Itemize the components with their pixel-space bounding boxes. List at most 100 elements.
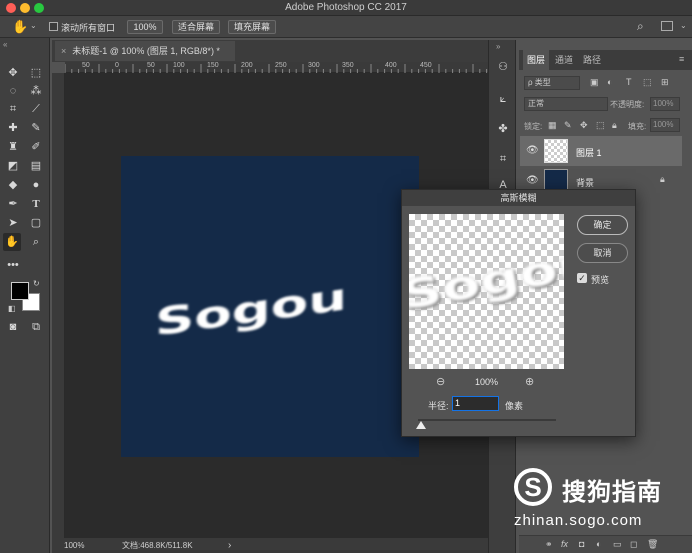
blend-mode-select[interactable]: 正常 bbox=[524, 97, 608, 111]
radius-input[interactable]: 1 bbox=[452, 396, 499, 411]
zoom-100-button[interactable]: 100% bbox=[127, 20, 163, 34]
foreground-color-swatch[interactable] bbox=[11, 282, 29, 300]
lock-transparent-icon[interactable]: ▦ bbox=[548, 120, 557, 131]
puzzle-icon[interactable]: ✤ bbox=[494, 120, 512, 138]
marquee-tool-icon[interactable]: ⬚ bbox=[27, 64, 45, 82]
visibility-eye-icon[interactable]: 👁︎ bbox=[526, 175, 539, 186]
status-menu-arrow[interactable]: › bbox=[228, 538, 231, 553]
workspace-chevron-icon[interactable]: ⌄ bbox=[680, 21, 687, 30]
ruler-label: 150 bbox=[207, 62, 219, 69]
lock-position-icon[interactable]: ✥ bbox=[580, 120, 588, 131]
hand-tool-active-icon[interactable]: ✋ bbox=[3, 233, 21, 251]
panel-menu-icon[interactable]: ≡ bbox=[679, 54, 684, 64]
lock-all-icon[interactable]: 🔒︎ bbox=[612, 120, 617, 131]
quick-mask-icon[interactable]: ◙ bbox=[4, 318, 22, 336]
cancel-button[interactable]: 取消 bbox=[577, 243, 628, 263]
tab-layers[interactable]: 图层 bbox=[523, 50, 549, 70]
adjustments-icon[interactable]: ⟀ bbox=[494, 90, 512, 108]
status-zoom[interactable]: 100% bbox=[64, 538, 84, 553]
lock-artboard-icon[interactable]: ⬚ bbox=[596, 120, 605, 131]
status-doc-info: 文档:468.8K/511.8K bbox=[122, 541, 193, 550]
layers-panel-tabs: 图层 通道 路径 ≡ bbox=[519, 50, 692, 70]
watermark-brand: 搜狗指南 bbox=[562, 479, 662, 506]
clone-stamp-tool-icon[interactable]: ♜ bbox=[4, 138, 22, 156]
filter-pixel-icon[interactable]: ▣ bbox=[590, 77, 599, 88]
crop-panel-icon[interactable]: ⌗ bbox=[494, 150, 512, 168]
history-brush-tool-icon[interactable]: ✐ bbox=[27, 138, 45, 156]
more-tools-icon[interactable]: ••• bbox=[4, 256, 22, 274]
lock-label: 锁定: bbox=[524, 122, 543, 131]
brush-tool-icon[interactable]: ✎ bbox=[27, 119, 45, 137]
eyedropper-tool-icon[interactable]: ⟋ bbox=[27, 100, 45, 118]
tab-channels[interactable]: 通道 bbox=[551, 50, 577, 70]
zoom-tool-icon[interactable]: ⌕ bbox=[27, 233, 45, 251]
radius-unit: 像素 bbox=[505, 401, 524, 411]
zoom-in-icon[interactable]: ⊕ bbox=[525, 375, 534, 388]
eraser-tool-icon[interactable]: ◩ bbox=[4, 157, 22, 175]
sogou-watermark: S 搜狗指南 zhinan.sogo.com bbox=[514, 468, 684, 530]
hand-tool-icon[interactable]: ✋ bbox=[12, 19, 28, 35]
fx-icon[interactable]: fx bbox=[561, 539, 568, 549]
layer-name[interactable]: 背景 bbox=[576, 176, 594, 189]
filter-type-icon[interactable]: T bbox=[626, 77, 632, 87]
ruler-label: 450 bbox=[420, 62, 432, 69]
new-layer-icon[interactable]: ◻ bbox=[630, 539, 637, 550]
document-canvas[interactable]: Sogou bbox=[121, 156, 419, 457]
fit-screen-button[interactable]: 适合屏幕 bbox=[172, 20, 220, 34]
ok-button[interactable]: 确定 bbox=[577, 215, 628, 235]
default-colors-icon[interactable]: ◧ bbox=[8, 304, 16, 313]
lock-image-icon[interactable]: ✎ bbox=[564, 120, 572, 131]
trash-icon[interactable]: 🗑︎ bbox=[647, 539, 658, 550]
gradient-tool-icon[interactable]: ▤ bbox=[27, 157, 45, 175]
horizontal-ruler: 50 0 50 100 150 200 250 300 350 400 450 bbox=[65, 62, 488, 73]
scroll-all-checkbox[interactable] bbox=[49, 22, 58, 31]
move-tool-icon[interactable]: ✥ bbox=[4, 64, 22, 82]
filter-adjustment-icon[interactable]: ◐ bbox=[607, 77, 612, 87]
collapse-icon[interactable]: « bbox=[3, 40, 7, 49]
path-selection-tool-icon[interactable]: ➤ bbox=[4, 214, 22, 232]
fill-screen-button[interactable]: 填充屏幕 bbox=[228, 20, 276, 34]
new-group-icon[interactable]: ▭ bbox=[613, 539, 622, 550]
blur-tool-icon[interactable]: ◆ bbox=[4, 176, 22, 194]
type-tool-icon[interactable]: T bbox=[27, 195, 45, 213]
crop-tool-icon[interactable]: ⌗ bbox=[4, 100, 22, 118]
opacity-label: 不透明度: bbox=[610, 100, 645, 109]
dodge-tool-icon[interactable]: ● bbox=[27, 176, 45, 194]
healing-brush-tool-icon[interactable]: ✚ bbox=[4, 119, 22, 137]
expand-panels-icon[interactable]: » bbox=[496, 42, 500, 51]
blur-preview[interactable]: Sogou Sogou bbox=[409, 214, 564, 369]
link-layers-icon[interactable]: ⚭ bbox=[545, 539, 553, 550]
add-mask-icon[interactable]: ◘ bbox=[579, 539, 584, 549]
close-tab-icon[interactable]: × bbox=[61, 46, 66, 56]
document-tab[interactable]: × 未标题-1 @ 100% (图层 1, RGB/8*) * bbox=[55, 41, 235, 61]
layer-name[interactable]: 图层 1 bbox=[576, 146, 602, 159]
visibility-eye-icon[interactable]: 👁︎ bbox=[526, 145, 539, 156]
screen-mode-icon[interactable]: ⧉ bbox=[27, 318, 45, 336]
fill-input[interactable]: 100% bbox=[650, 118, 680, 132]
lasso-tool-icon[interactable]: ◌ bbox=[4, 82, 22, 100]
layer-filter-select[interactable]: ρ 类型 bbox=[524, 76, 580, 90]
swap-colors-icon[interactable]: ↻ bbox=[33, 279, 40, 288]
zoom-out-icon[interactable]: ⊖ bbox=[436, 375, 445, 388]
preview-checkbox[interactable]: ✓ bbox=[577, 273, 587, 283]
radius-slider-thumb[interactable] bbox=[416, 421, 426, 429]
libraries-icon[interactable]: ⚇ bbox=[494, 58, 512, 76]
filter-smart-object-icon[interactable]: ⊞ bbox=[661, 77, 669, 88]
magic-wand-tool-icon[interactable]: ⁂ bbox=[27, 82, 45, 100]
tab-paths[interactable]: 路径 bbox=[579, 50, 605, 70]
preview-artwork: Sogou Sogou bbox=[409, 238, 564, 321]
workspace-icon[interactable] bbox=[661, 21, 673, 31]
layers-footer: ⚭ fx ◘ ◐ ▭ ◻ 🗑︎ bbox=[519, 535, 692, 553]
layer-row-selected[interactable]: 👁︎ 图层 1 bbox=[520, 136, 682, 166]
sogou-canvas-text: Sogou bbox=[155, 275, 347, 345]
shape-tool-icon[interactable]: ▢ bbox=[27, 214, 45, 232]
chevron-down-icon[interactable]: ⌄ bbox=[30, 21, 37, 30]
canvas-artwork: Sogou bbox=[155, 275, 347, 345]
adjustment-layer-icon[interactable]: ◐ bbox=[596, 539, 601, 549]
pen-tool-icon[interactable]: ✒ bbox=[4, 195, 22, 213]
radius-slider-track[interactable] bbox=[418, 419, 556, 421]
search-icon[interactable]: ⌕ bbox=[637, 19, 644, 34]
opacity-input[interactable]: 100% bbox=[650, 97, 680, 111]
preview-label: 预览 bbox=[591, 275, 610, 285]
filter-shape-icon[interactable]: ⬚ bbox=[643, 77, 652, 88]
